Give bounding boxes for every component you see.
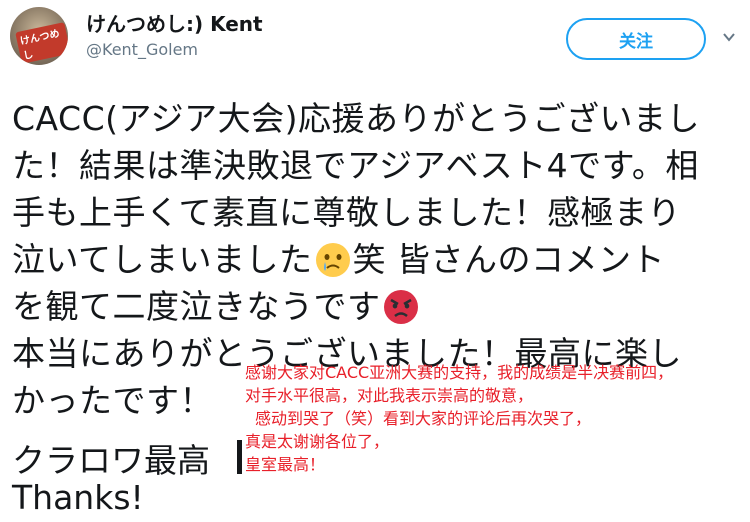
angry-face-icon [383,290,418,324]
tweet-line: Thanks! [12,478,144,517]
follow-button[interactable]: 关注 [566,18,706,60]
translation-line: 真是太谢谢各位了， [245,432,390,451]
display-name[interactable]: けんつめし:) Kent [86,8,263,37]
tweet-line: 手も上手くて素直に尊敬しました！感極まり [12,193,682,232]
translation-line: 感谢大家对CACC亚洲大赛的支持，我的成绩是半决赛前四， [245,363,674,382]
tweet-line-segment: 笑 皆さんのコメント [352,240,666,279]
tweet-line: た！結果は準決敗退でアジアベスト4です。相 [12,146,699,185]
avatar[interactable]: けんつめし [10,7,68,65]
tweet-line: クラロワ最高 [12,441,210,480]
translation-line: 感动到哭了（笑）看到大家的评论后再次哭了， [255,409,592,428]
translation-line: 皇室最高！ [245,455,326,474]
exclamation-mark [237,440,242,474]
tweet-line: CACC(アジア大会)応援ありがとうございまし [12,99,701,138]
user-handle[interactable]: @Kent_Golem [86,40,198,59]
tweet-line: 泣いてしまいました 笑 皆さんのコメント [12,236,750,283]
tweet-line-segment: を観て二度泣きなうです [12,287,381,326]
translation-line: 对手水平很高，对此我表示崇高的敬意， [245,386,534,405]
avatar-label: けんつめし [15,22,68,64]
chevron-down-icon[interactable] [722,30,736,44]
tweet-line-segment: 泣いてしまいました [12,240,313,279]
translation-overlay: 感谢大家对CACC亚洲大赛的支持，我的成绩是半决赛前四， 对手水平很高，对此我表… [245,361,750,476]
crying-face-icon [315,243,350,277]
tweet-line: を観て二度泣きなうです [12,283,750,330]
